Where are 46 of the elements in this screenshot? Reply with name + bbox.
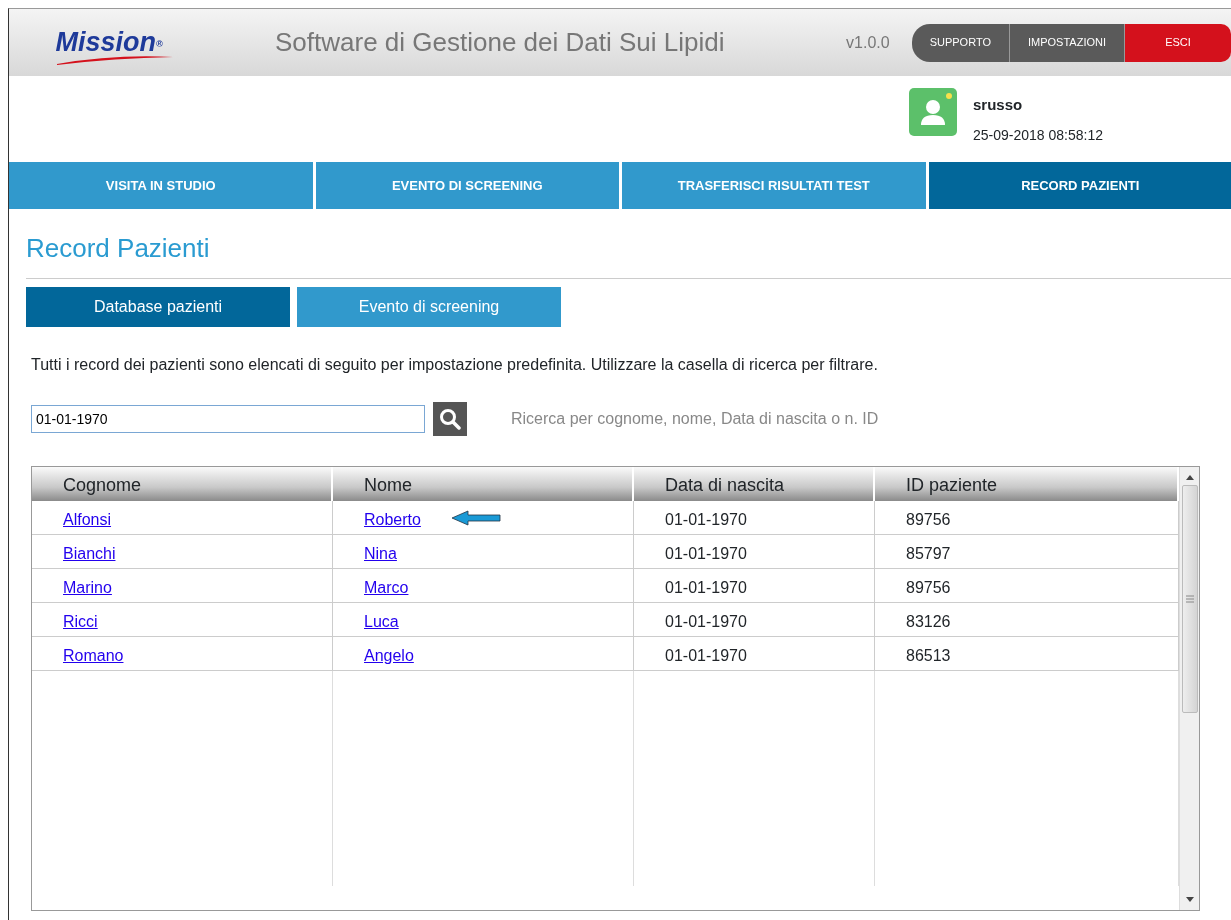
table-cell: 85797: [875, 535, 1179, 569]
table-cell: 86513: [875, 637, 1179, 671]
login-datetime: 25-09-2018 08:58:12: [973, 125, 1103, 145]
column-header: Data di nascita: [634, 467, 875, 501]
header-button[interactable]: SUPPORTO: [911, 23, 1010, 62]
header-button[interactable]: IMPOSTAZIONI: [1009, 23, 1125, 62]
table-cell: 01-01-1970: [634, 501, 875, 535]
scrollbar[interactable]: [1179, 467, 1199, 910]
table-cell: 01-01-1970: [634, 535, 875, 569]
search-button[interactable]: [433, 402, 467, 436]
patient-link[interactable]: Romano: [63, 644, 124, 668]
table-cell: 89756: [875, 569, 1179, 603]
user-avatar-icon: [909, 88, 957, 136]
search-field[interactable]: 01-01-1970: [31, 405, 425, 433]
table-cell: 83126: [875, 603, 1179, 637]
header-button[interactable]: ESCI: [1125, 23, 1231, 62]
version-label: v1.0.0: [846, 32, 890, 53]
app-title: Software di Gestione dei Dati Sui Lipidi: [275, 26, 726, 59]
page-title: Record Pazienti: [26, 232, 211, 265]
column-header: ID paziente: [875, 467, 1179, 501]
patient-link[interactable]: Roberto: [364, 508, 421, 532]
patient-link[interactable]: Alfonsi: [63, 508, 112, 532]
patient-link[interactable]: Ricci: [63, 610, 98, 634]
arrow-icon: [450, 510, 501, 526]
logo: Mission$^{®}$: [55, 29, 163, 56]
patient-link[interactable]: Bianchi: [63, 542, 116, 566]
table-cell: 89756: [875, 501, 1179, 535]
table-cell: 01-01-1970: [634, 569, 875, 603]
patient-link[interactable]: Nina: [364, 542, 397, 566]
scroll-up-icon[interactable]: [1184, 473, 1195, 481]
grip-icon: [1185, 595, 1194, 603]
search-icon: [439, 408, 461, 430]
patient-link[interactable]: Angelo: [364, 644, 414, 668]
sub-tab[interactable]: Database pazienti: [26, 287, 290, 327]
patient-link[interactable]: Marino: [63, 576, 112, 600]
username: srusso: [973, 95, 1024, 115]
column-header: Cognome: [32, 467, 333, 501]
nav-tab[interactable]: RECORD PAZIENTI: [928, 162, 1231, 209]
table-cell: 01-01-1970: [634, 603, 875, 637]
patient-link[interactable]: Luca: [364, 610, 399, 634]
column-header: Nome: [333, 467, 634, 501]
description-text: Tutti i record dei pazienti sono elencati di seguito per impostazione predefinita. Utilizzare la casella di ricerca per filtrare.: [31, 355, 879, 375]
search-hint: Ricerca per cognome, nome, Data di nascita o n. ID: [511, 409, 879, 429]
scroll-down-icon[interactable]: [1184, 896, 1195, 904]
table-cell: 01-01-1970: [634, 637, 875, 671]
patient-link[interactable]: Marco: [364, 576, 409, 600]
